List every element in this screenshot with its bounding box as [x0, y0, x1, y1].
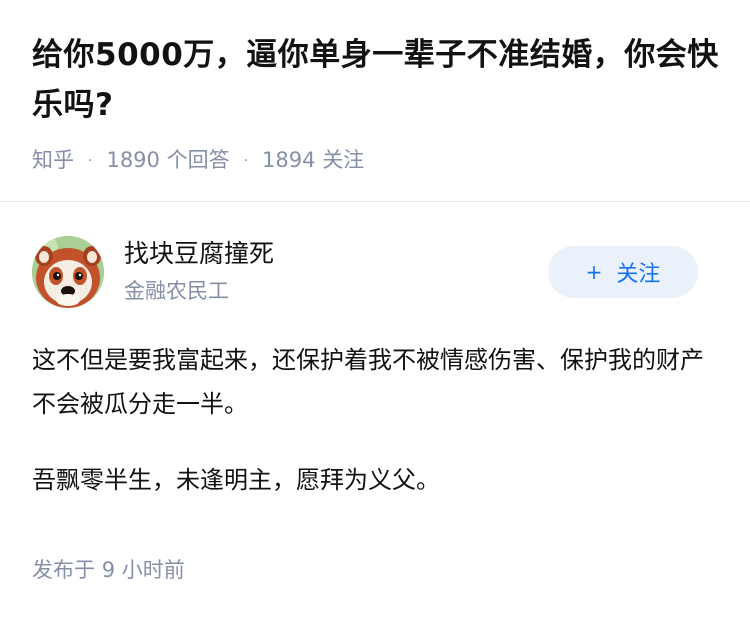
author-name[interactable]: 找块豆腐撞死: [124, 236, 274, 272]
author-avatar[interactable]: [32, 236, 104, 308]
publish-time-value: 9 小时前: [101, 558, 185, 582]
source-label[interactable]: 知乎: [32, 148, 74, 172]
publish-label: 发布于: [32, 558, 95, 582]
followers-label[interactable]: 关注: [322, 148, 364, 172]
separator-dot: ·: [88, 153, 93, 169]
author-headline: 金融农民工: [124, 279, 229, 303]
question-header: 给你5000万，逼你单身一辈子不准结婚，你会快乐吗?: [32, 30, 722, 130]
follow-label: 关注: [616, 262, 661, 287]
followers-count[interactable]: 1894: [262, 148, 315, 172]
author-row: 找块豆腐撞死 金融农民工 + 关注: [32, 236, 698, 312]
publish-time: 发布于 9 小时前: [32, 555, 185, 585]
question-title[interactable]: 给你5000万，逼你单身一辈子不准结婚，你会快乐吗?: [32, 30, 722, 130]
plus-icon: +: [585, 260, 603, 284]
answers-count[interactable]: 1890: [106, 148, 159, 172]
separator-dot: ·: [243, 153, 249, 169]
answers-label[interactable]: 个回答: [167, 148, 230, 172]
answer-paragraph: 这不但是要我富起来，还保护着我不被情感伤害、保护我的财产不会被瓜分走一半。: [32, 346, 704, 418]
answer-paragraph: 吾飘零半生，未逢明主，愿拜为义父。: [32, 466, 440, 494]
red-panda-avatar-icon: [32, 236, 104, 308]
answer-body: 这不但是要我富起来，还保护着我不被情感伤害、保护我的财产不会被瓜分走一半。 吾飘…: [32, 338, 722, 534]
section-divider: [0, 201, 750, 202]
question-meta: 知乎 · 1890 个回答 · 1894 关注: [32, 145, 364, 176]
follow-button[interactable]: + 关注: [548, 246, 698, 298]
